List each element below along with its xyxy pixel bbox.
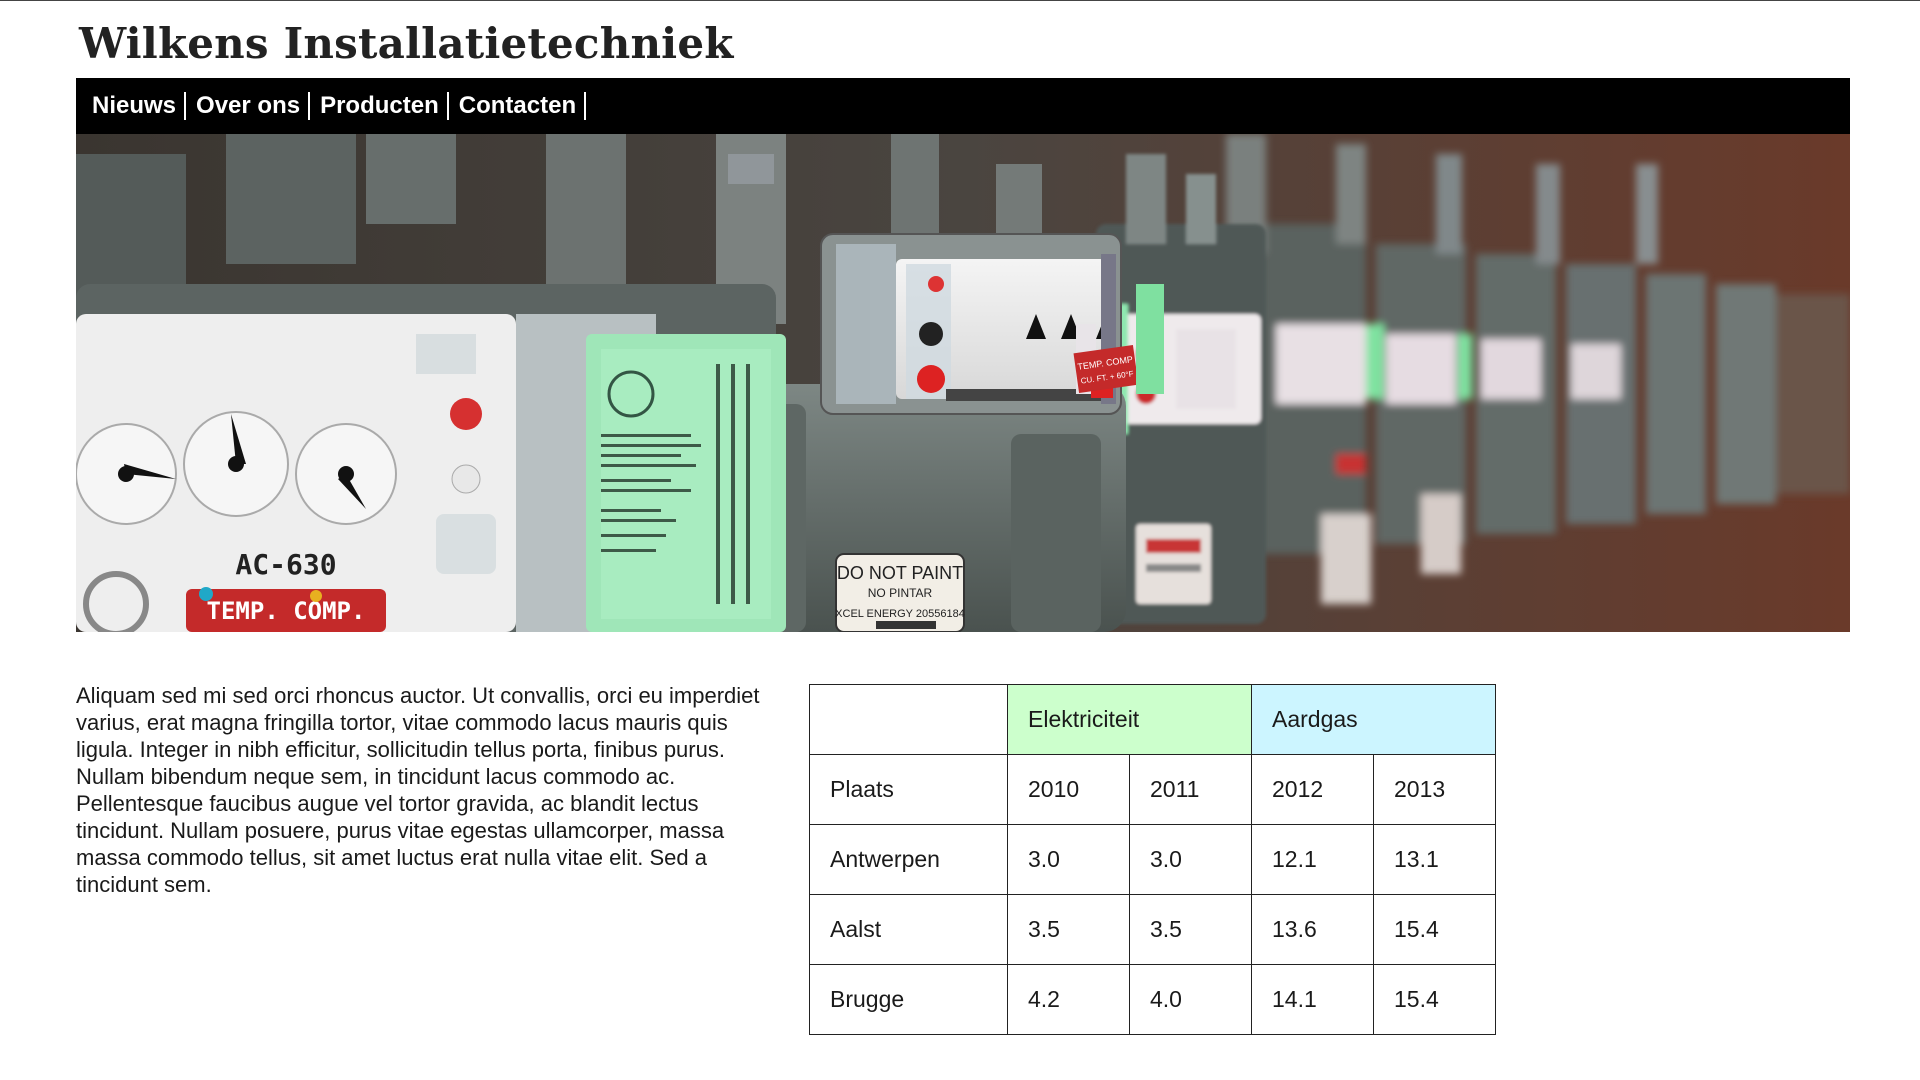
table-header-year: 2013: [1373, 754, 1496, 825]
site-title: Wilkens Installatietechniek: [79, 19, 734, 68]
meter-label-do-not-paint: DO NOT PAINT: [837, 563, 963, 583]
table-header-elektriciteit: Elektriciteit: [1007, 684, 1252, 755]
table-cell-value: 3.5: [1129, 894, 1252, 965]
energy-prices-table: Elektriciteit Aardgas Plaats 2010 2011 2…: [809, 684, 1496, 1035]
meter-label-model: AC-630: [235, 548, 336, 581]
nav-item-over-ons[interactable]: Over ons: [188, 92, 311, 120]
main-navigation: Nieuws Over ons Producten Contacten: [76, 78, 1850, 134]
table-cell-place: Aalst: [809, 894, 1008, 965]
table-header-year: 2010: [1007, 754, 1130, 825]
table-header-plaats: Plaats: [809, 754, 1008, 825]
nav-list: Nieuws Over ons Producten Contacten: [76, 92, 588, 120]
top-border-line: [0, 0, 1920, 1]
table-cell-value: 13.6: [1251, 894, 1374, 965]
hero-image-gas-meters: DO NOT PAINT NO PINTAR XCEL ENERGY 20556…: [76, 134, 1850, 632]
table-row: Brugge 4.2 4.0 14.1 15.4: [809, 964, 1496, 1035]
table-header-aardgas: Aardgas: [1251, 684, 1496, 755]
left-meter: AC-630 TEMP. COMP.: [76, 284, 786, 632]
meter-label-serial: XCEL ENERGY 20556184: [835, 608, 965, 620]
table-header-year: 2011: [1129, 754, 1252, 825]
table-cell-value: 3.0: [1129, 824, 1252, 895]
table-header-year: 2012: [1251, 754, 1374, 825]
table-cell-value: 15.4: [1373, 894, 1496, 965]
table-cell-place: Antwerpen: [809, 824, 1008, 895]
gas-meters-illustration: DO NOT PAINT NO PINTAR XCEL ENERGY 20556…: [76, 134, 1850, 632]
intro-paragraph: Aliquam sed mi sed orci rhoncus auctor. …: [76, 683, 760, 897]
nav-item-nieuws[interactable]: Nieuws: [92, 92, 187, 120]
table-cell-value: 13.1: [1373, 824, 1496, 895]
meter-label-no-pintar: NO PINTAR: [868, 586, 933, 600]
table-cell-place: Brugge: [809, 964, 1008, 1035]
table-cell-value: 4.2: [1007, 964, 1130, 1035]
table-cell-value: 3.5: [1007, 894, 1130, 965]
table-row: Aalst 3.5 3.5 13.6 15.4: [809, 894, 1496, 965]
table-group-header-row: Elektriciteit Aardgas: [809, 684, 1496, 755]
table-cell-value: 12.1: [1251, 824, 1374, 895]
nav-item-contacten[interactable]: Contacten: [451, 92, 587, 120]
meter-label-temp-comp: TEMP. COMP.: [207, 597, 366, 625]
table-cell-value: 15.4: [1373, 964, 1496, 1035]
table-cell-value: 4.0: [1129, 964, 1252, 1035]
nav-item-producten[interactable]: Producten: [312, 92, 449, 120]
table-year-header-row: Plaats 2010 2011 2012 2013: [809, 754, 1496, 825]
table-cell-value: 14.1: [1251, 964, 1374, 1035]
table-row: Antwerpen 3.0 3.0 12.1 13.1: [809, 824, 1496, 895]
table-corner-cell: [809, 684, 1008, 755]
table-cell-value: 3.0: [1007, 824, 1130, 895]
